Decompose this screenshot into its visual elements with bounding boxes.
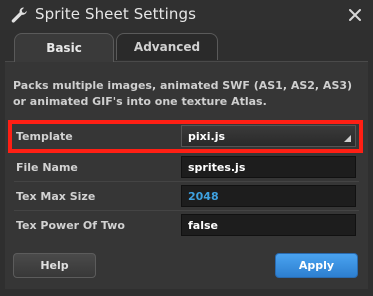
tab-basic[interactable]: Basic (14, 33, 114, 62)
tab-bar: Basic Advanced (14, 33, 220, 62)
tex-power-of-two-label: Tex Power Of Two (16, 219, 125, 232)
title-bar: Sprite Sheet Settings (0, 0, 373, 30)
divider (14, 210, 359, 211)
tab-label: Basic (46, 41, 82, 55)
sprite-sheet-settings-dialog: Sprite Sheet Settings Basic Advanced Pac… (0, 0, 373, 296)
dialog-title: Sprite Sheet Settings (35, 5, 197, 23)
template-row: Template pixi.js (10, 125, 360, 149)
apply-button[interactable]: Apply (275, 253, 358, 278)
tab-label: Advanced (133, 40, 201, 54)
wrench-icon (10, 6, 28, 24)
apply-button-label: Apply (298, 259, 335, 272)
file-name-row: File Name sprites.js (10, 156, 360, 180)
tex-power-of-two-row: Tex Power Of Two false (10, 214, 360, 238)
tex-max-size-label: Tex Max Size (16, 190, 96, 203)
template-dropdown[interactable]: pixi.js (181, 125, 356, 147)
tex-power-of-two-value: false (188, 219, 218, 232)
divider (14, 181, 359, 182)
help-button[interactable]: Help (13, 253, 96, 278)
template-value: pixi.js (188, 130, 226, 143)
tex-max-size-field[interactable]: 2048 (181, 185, 356, 207)
file-name-label: File Name (16, 161, 78, 174)
dropdown-arrow-icon (344, 135, 351, 142)
help-button-label: Help (40, 259, 69, 272)
file-name-value: sprites.js (188, 161, 246, 174)
tex-max-size-row: Tex Max Size 2048 (10, 185, 360, 209)
file-name-field[interactable]: sprites.js (181, 156, 356, 178)
tex-max-size-value: 2048 (188, 190, 219, 203)
tex-power-of-two-field[interactable]: false (181, 214, 356, 236)
template-label: Template (16, 130, 73, 143)
tab-advanced[interactable]: Advanced (116, 33, 218, 60)
close-icon[interactable] (345, 5, 365, 25)
description-text: Packs multiple images, animated SWF (AS1… (13, 79, 353, 108)
